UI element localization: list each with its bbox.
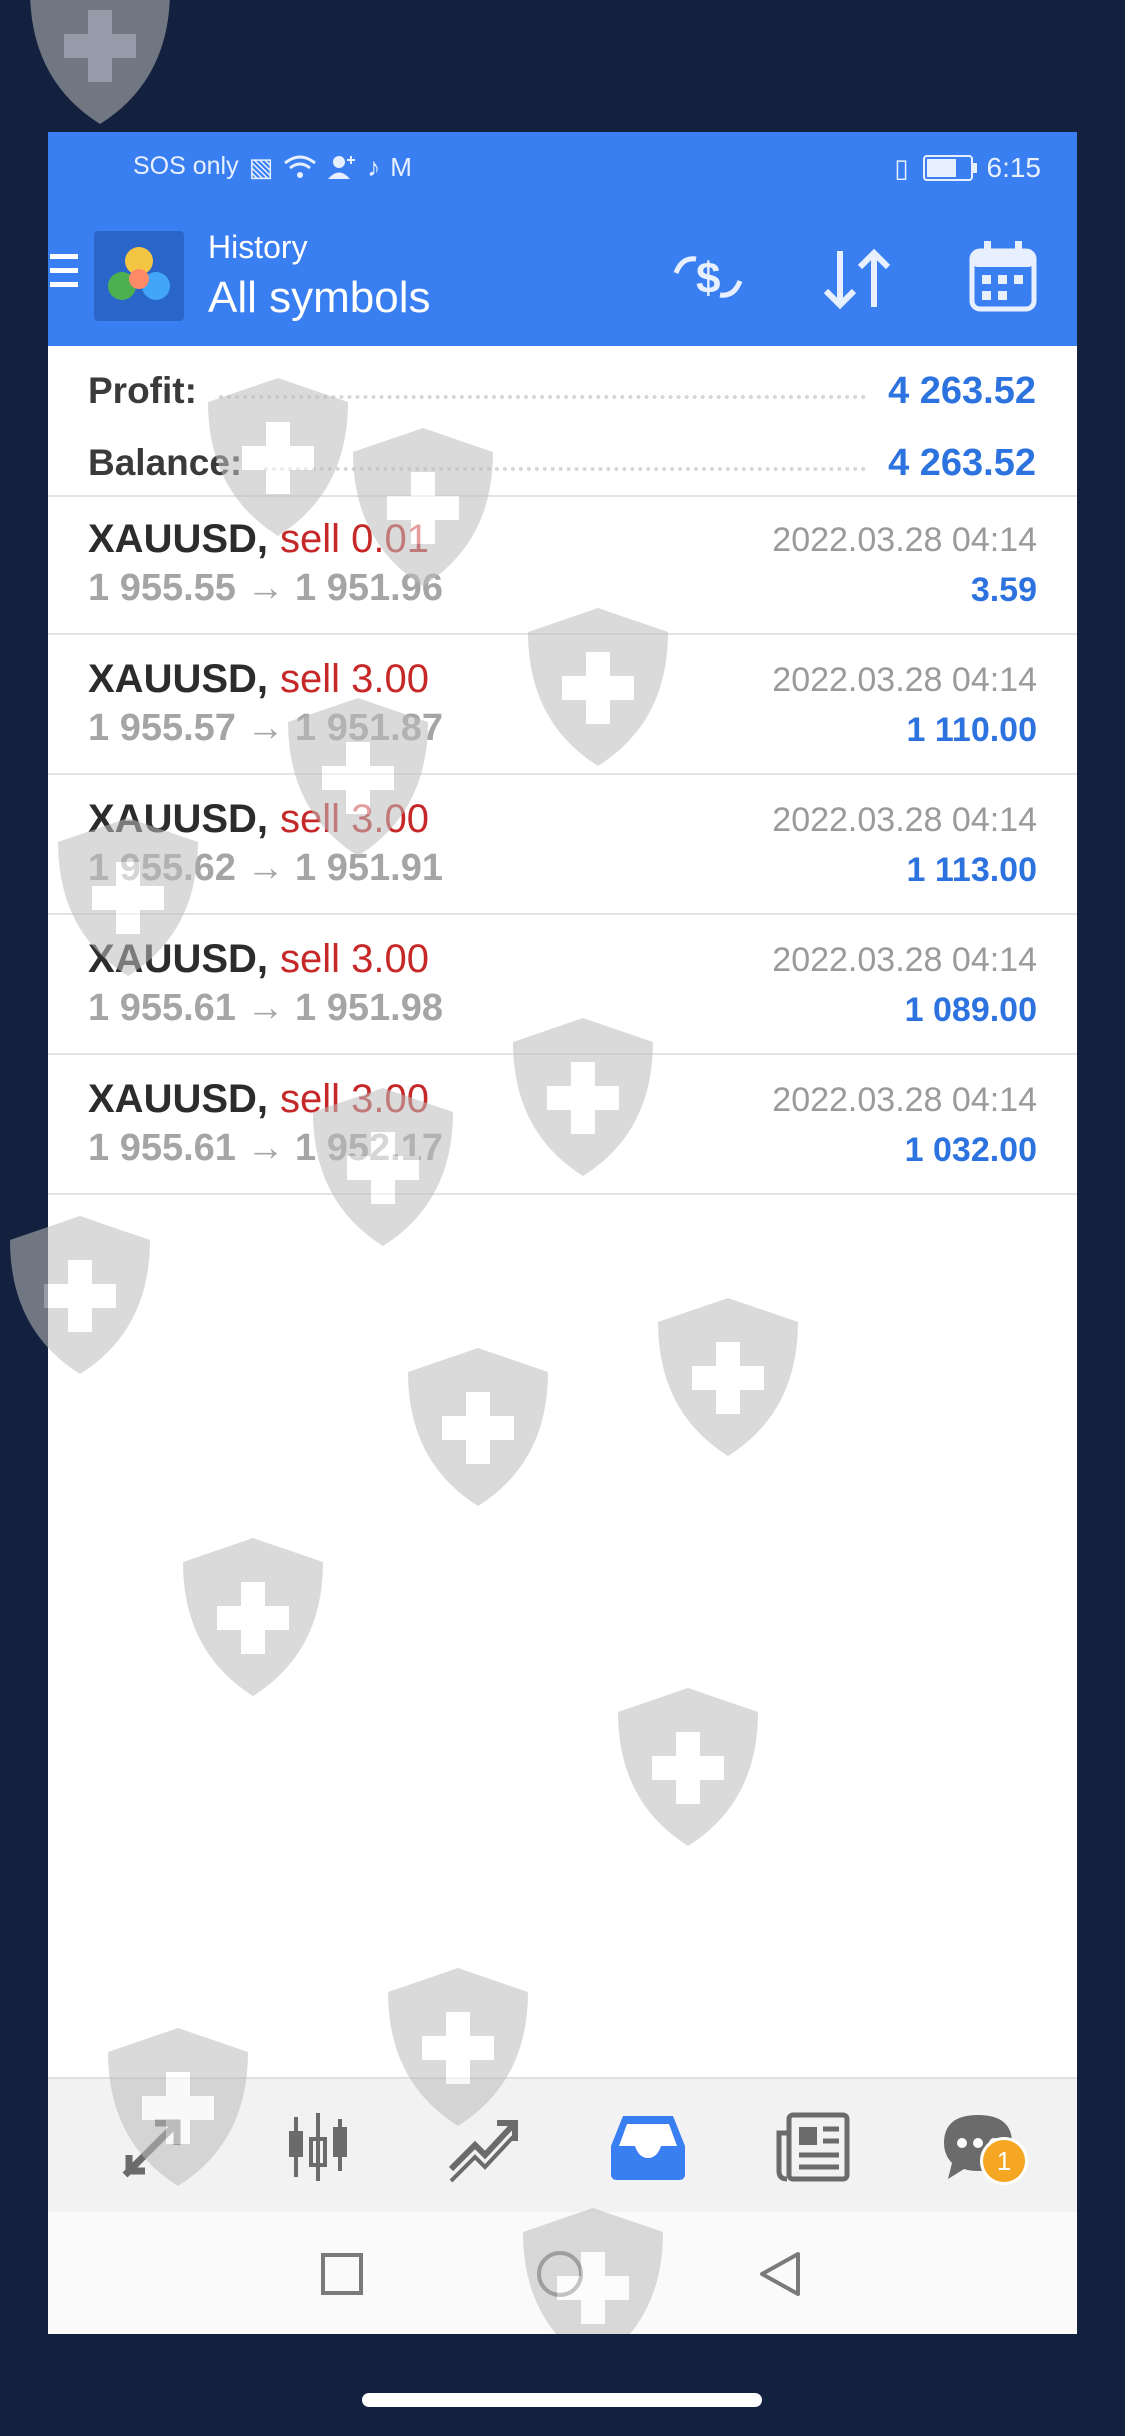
shield-watermark-icon xyxy=(618,1688,758,1846)
shield-watermark-icon xyxy=(313,1088,453,1246)
deal-type: sell 3.00 xyxy=(280,937,429,981)
menu-icon[interactable] xyxy=(50,254,78,296)
battery-level xyxy=(926,159,956,177)
profit-value: 4 263.52 xyxy=(888,369,1036,412)
shield-watermark-icon xyxy=(388,1968,528,2126)
deal-symbol: XAUUSD, xyxy=(88,1077,269,1121)
shield-watermark-icon xyxy=(353,428,493,586)
shield-watermark-icon xyxy=(408,1348,548,1506)
candlestick-icon xyxy=(289,2113,347,2181)
recent-apps-icon[interactable] xyxy=(320,2252,364,2296)
shield-watermark-icon xyxy=(58,818,198,976)
back-icon[interactable] xyxy=(758,2250,802,2298)
shield-watermark-icon xyxy=(513,1018,653,1176)
tab-history[interactable] xyxy=(608,2107,688,2187)
shield-watermark-icon xyxy=(30,0,170,124)
symbol-filter[interactable]: All symbols xyxy=(208,273,431,323)
deal-profit: 1 089.00 xyxy=(904,991,1037,1029)
shield-watermark-icon xyxy=(108,2028,248,2186)
deal-time: 2022.03.28 04:14 xyxy=(772,801,1037,839)
status-right: ▯ 6:15 xyxy=(894,152,1041,184)
home-indicator[interactable] xyxy=(362,2393,762,2407)
metatrader-logo-icon xyxy=(108,247,170,300)
carrier-text: SOS only xyxy=(133,152,239,180)
shield-watermark-icon xyxy=(528,608,668,766)
profit-label: Profit: xyxy=(88,370,197,411)
balance-value: 4 263.52 xyxy=(888,441,1036,484)
svg-text:$: $ xyxy=(696,254,720,303)
app-bar: History All symbols $ xyxy=(48,209,1077,346)
shield-watermark-icon xyxy=(658,1298,798,1456)
deal-profit: 1 110.00 xyxy=(906,711,1037,749)
inbox-icon xyxy=(611,2116,685,2180)
tiktok-icon: ♪ xyxy=(367,151,381,182)
deal-profit: 3.59 xyxy=(970,571,1037,609)
calendar-icon[interactable] xyxy=(968,239,1038,313)
tab-chat[interactable]: 1 xyxy=(928,2107,1028,2187)
status-bar: SOS only ▧ ♪ M ▯ 6:15 xyxy=(48,132,1077,209)
shield-watermark-icon xyxy=(10,1216,150,1374)
shield-watermark-icon xyxy=(523,2208,663,2334)
deal-profit: 1 113.00 xyxy=(906,851,1037,889)
mail-icon: M xyxy=(390,151,412,182)
vibrate-icon: ▯ xyxy=(894,153,909,183)
clock-text: 6:15 xyxy=(986,152,1042,183)
sort-icon[interactable] xyxy=(818,247,898,311)
tab-chart[interactable] xyxy=(278,2107,358,2187)
status-left: SOS only ▧ ♪ M xyxy=(133,152,412,181)
deal-time: 2022.03.28 04:14 xyxy=(772,941,1037,979)
add-contact-icon xyxy=(328,155,356,179)
news-icon xyxy=(776,2112,850,2182)
sim-alert-icon: ▧ xyxy=(248,151,274,182)
shield-watermark-icon xyxy=(183,1538,323,1696)
deal-time: 2022.03.28 04:14 xyxy=(772,661,1037,699)
chat-unread-badge: 1 xyxy=(980,2137,1028,2185)
deal-time: 2022.03.28 04:14 xyxy=(772,1081,1037,1119)
app-screen: SOS only ▧ ♪ M ▯ 6:15 History All symbol… xyxy=(48,132,1077,2334)
tab-news[interactable] xyxy=(773,2107,853,2187)
screen-subtitle: History xyxy=(208,229,308,265)
deal-symbol: XAUUSD, xyxy=(88,657,269,701)
shield-watermark-icon xyxy=(208,378,348,536)
shield-watermark-icon xyxy=(288,698,428,856)
app-logo xyxy=(94,231,184,321)
currency-exchange-icon[interactable]: $ xyxy=(668,247,748,307)
wifi-icon xyxy=(284,155,317,178)
deal-prices: 1 955.61 → 1 951.98 xyxy=(88,987,443,1029)
deal-time: 2022.03.28 04:14 xyxy=(772,521,1037,559)
battery-icon xyxy=(922,155,977,181)
deal-profit: 1 032.00 xyxy=(904,1131,1037,1169)
